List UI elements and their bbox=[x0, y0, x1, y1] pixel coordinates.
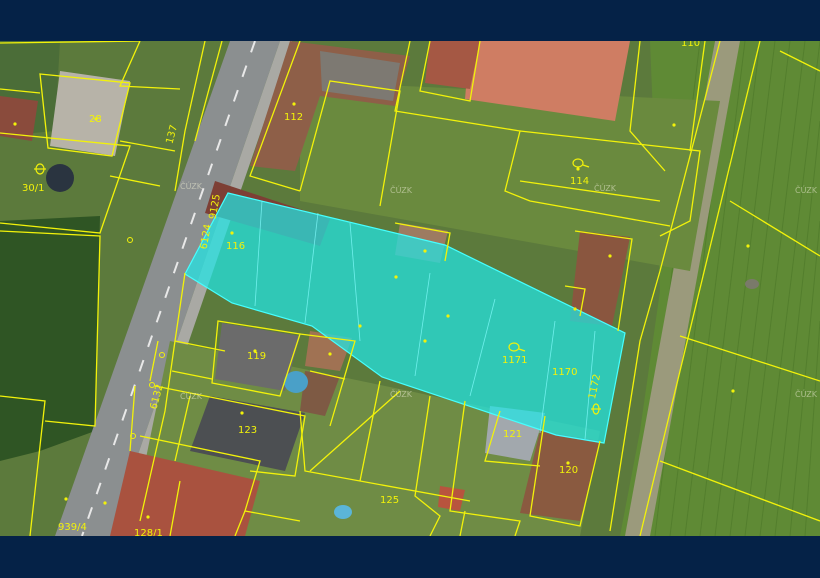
watermark-3: ČÚZK bbox=[594, 182, 617, 193]
watermark-4: ČÚZK bbox=[795, 184, 818, 195]
parcel-label-1171[interactable]: 1171 bbox=[502, 355, 527, 366]
watermark-1: ČÚZK bbox=[180, 180, 203, 191]
parcel-label-121[interactable]: 121 bbox=[503, 429, 522, 440]
parcel-label-939-4[interactable]: 939/4 bbox=[58, 522, 87, 533]
parcel-label-119[interactable]: 119 bbox=[247, 351, 266, 362]
well bbox=[745, 279, 759, 289]
parcel-label-110[interactable]: 110 bbox=[681, 41, 700, 49]
cadastral-map[interactable]: ČÚZK ČÚZK ČÚZK ČÚZK ČÚZK ČÚZK ČÚZK 28 11… bbox=[0, 41, 820, 536]
parcel-label-120[interactable]: 120 bbox=[559, 465, 578, 476]
watermark-5: ČÚZK bbox=[180, 390, 203, 401]
parcel-label-1170[interactable]: 1170 bbox=[552, 367, 577, 378]
parcel-label-125[interactable]: 125 bbox=[380, 495, 399, 506]
parcel-label-30-1[interactable]: 30/1 bbox=[22, 183, 44, 194]
parcel-label-123[interactable]: 123 bbox=[238, 425, 257, 436]
watermark-7: ČÚZK bbox=[795, 388, 818, 399]
watermark-6: ČÚZK bbox=[390, 388, 413, 399]
map-svg: ČÚZK ČÚZK ČÚZK ČÚZK ČÚZK ČÚZK ČÚZK 28 11… bbox=[0, 41, 820, 536]
parcel-label-112[interactable]: 112 bbox=[284, 112, 303, 123]
parcel-label-128-1[interactable]: 128/1 bbox=[134, 528, 163, 536]
watermark-2: ČÚZK bbox=[390, 184, 413, 195]
woodland-left bbox=[0, 216, 100, 461]
map-frame: ČÚZK ČÚZK ČÚZK ČÚZK ČÚZK ČÚZK ČÚZK 28 11… bbox=[0, 0, 820, 578]
parcel-label-114[interactable]: 114 bbox=[570, 176, 589, 187]
parcel-label-28[interactable]: 28 bbox=[89, 114, 102, 125]
pool-125 bbox=[334, 505, 352, 519]
parcel-label-116[interactable]: 116 bbox=[226, 241, 245, 252]
pool-30-1 bbox=[46, 164, 74, 192]
